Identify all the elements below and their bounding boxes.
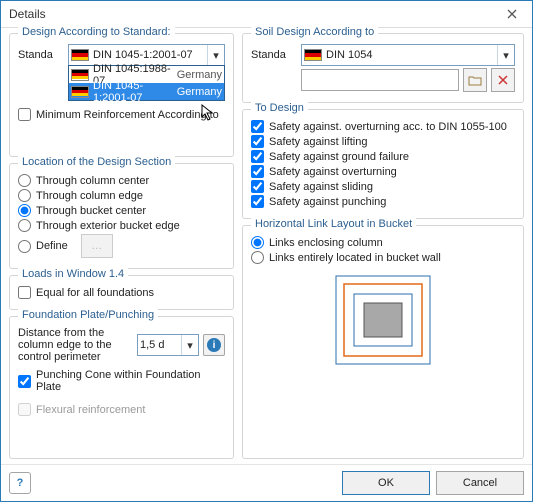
distance-value: 1,5 d [140, 339, 164, 351]
chevron-down-icon: ▾ [497, 45, 514, 65]
equal-foundations-checkbox[interactable] [18, 286, 31, 299]
group-location: Location of the Design Section Through c… [9, 163, 234, 269]
soil-extra-input[interactable] [301, 69, 459, 91]
checkbox-label: Safety against. overturning acc. to DIN … [269, 121, 507, 133]
group-design-standard: Design According to Standard: Standa DIN… [9, 33, 234, 157]
checkbox-label: Punching Cone within Foundation Plate [36, 369, 225, 393]
cancel-button[interactable]: Cancel [436, 471, 524, 495]
window-title: Details [9, 7, 46, 21]
content-area: Design According to Standard: Standa DIN… [1, 27, 532, 465]
flexural-reinf-checkbox [18, 403, 31, 416]
close-button[interactable] [492, 1, 532, 26]
titlebar: Details [1, 1, 532, 28]
standard-dropdown: DIN 1045:1988-07 Germany DIN 1045-1:2001… [68, 65, 225, 101]
flag-de-icon [304, 49, 322, 61]
checkbox-label: Safety against overturning [269, 166, 397, 178]
standard-label: Standa [18, 49, 64, 61]
group-title: Soil Design According to [251, 26, 378, 38]
radio-label: Define [36, 240, 68, 252]
distance-label: Distance from the column edge to the con… [18, 327, 133, 363]
bucket-diagram-svg [328, 270, 438, 370]
checkbox-label: Safety against lifting [269, 136, 367, 148]
cancel-label: Cancel [463, 477, 497, 489]
td-overturning-checkbox[interactable] [251, 120, 264, 133]
flag-de-icon [71, 69, 89, 81]
td-sliding-checkbox[interactable] [251, 180, 264, 193]
x-icon [498, 75, 508, 85]
group-link-layout: Horizontal Link Layout in Bucket Links e… [242, 225, 524, 459]
loc-define-radio[interactable] [18, 240, 31, 253]
distance-select[interactable]: 1,5 d ▾ [137, 334, 199, 356]
group-title: Location of the Design Section [18, 156, 175, 168]
punching-cone-checkbox[interactable] [18, 375, 31, 388]
checkbox-label: Safety against ground failure [269, 151, 409, 163]
group-plate-punching: Foundation Plate/Punching Distance from … [9, 316, 234, 459]
loc-bucket-center-radio[interactable] [18, 204, 31, 217]
radio-label: Through column center [36, 175, 149, 187]
chevron-down-icon: ▾ [181, 335, 198, 355]
footer: ? OK Cancel [1, 464, 532, 501]
td-punching-checkbox[interactable] [251, 195, 264, 208]
checkbox-label: Equal for all foundations [36, 287, 154, 299]
td-ground-failure-checkbox[interactable] [251, 150, 264, 163]
close-icon [507, 9, 517, 19]
checkbox-label: Flexural reinforcement [36, 404, 145, 416]
links-in-wall-radio[interactable] [251, 251, 264, 264]
chevron-down-icon: ▾ [207, 45, 224, 65]
soil-selected: DIN 1054 [326, 49, 372, 61]
group-title: To Design [251, 102, 308, 114]
info-button[interactable]: i [203, 334, 225, 356]
radio-label: Links enclosing column [269, 237, 383, 249]
dropdown-country: Germany [177, 86, 222, 98]
dropdown-option[interactable]: DIN 1045-1:2001-07 Germany [69, 83, 224, 100]
delete-button[interactable] [491, 68, 515, 92]
checkbox-label: Safety against punching [269, 196, 386, 208]
folder-button[interactable] [463, 68, 487, 92]
td-lifting-checkbox[interactable] [251, 135, 264, 148]
define-button[interactable]: … [81, 234, 113, 258]
radio-label: Through column edge [36, 190, 143, 202]
min-reinforcement-label: Minimum Reinforcement According to [36, 109, 219, 121]
loc-ext-bucket-edge-radio[interactable] [18, 219, 31, 232]
standard-selected: DIN 1045-1:2001-07 [93, 49, 193, 61]
group-title: Design According to Standard: [18, 26, 175, 38]
checkbox-label: Safety against sliding [269, 181, 373, 193]
loc-column-center-radio[interactable] [18, 174, 31, 187]
links-enclosing-radio[interactable] [251, 236, 264, 249]
help-icon: ? [17, 477, 24, 489]
flag-de-icon [71, 49, 89, 61]
loc-column-edge-radio[interactable] [18, 189, 31, 202]
radio-label: Through bucket center [36, 205, 146, 217]
group-to-design: To Design Safety against. overturning ac… [242, 109, 524, 219]
ok-label: OK [378, 477, 394, 489]
ok-button[interactable]: OK [342, 471, 430, 495]
help-button[interactable]: ? [9, 472, 31, 494]
group-soil-design: Soil Design According to Standa DIN 1054… [242, 33, 524, 103]
bucket-diagram [251, 266, 515, 372]
dropdown-country: Germany [177, 69, 222, 81]
standard-select[interactable]: DIN 1045-1:2001-07 ▾ DIN 1045:1988-07 Ge… [68, 44, 225, 66]
soil-standard-label: Standa [251, 49, 297, 61]
folder-icon [468, 74, 482, 86]
group-title: Foundation Plate/Punching [18, 309, 158, 321]
dropdown-label: DIN 1045-1:2001-07 [93, 80, 177, 104]
radio-label: Links entirely located in bucket wall [269, 252, 441, 264]
info-icon: i [207, 338, 221, 352]
group-loads: Loads in Window 1.4 Equal for all founda… [9, 275, 234, 310]
soil-standard-select[interactable]: DIN 1054 ▾ [301, 44, 515, 66]
group-title: Loads in Window 1.4 [18, 268, 128, 280]
min-reinforcement-checkbox[interactable] [18, 108, 31, 121]
radio-label: Through exterior bucket edge [36, 220, 180, 232]
td-overturning2-checkbox[interactable] [251, 165, 264, 178]
flag-de-icon [71, 86, 89, 98]
group-title: Horizontal Link Layout in Bucket [251, 218, 416, 230]
details-dialog: Details Design According to Standard: St… [0, 0, 533, 502]
